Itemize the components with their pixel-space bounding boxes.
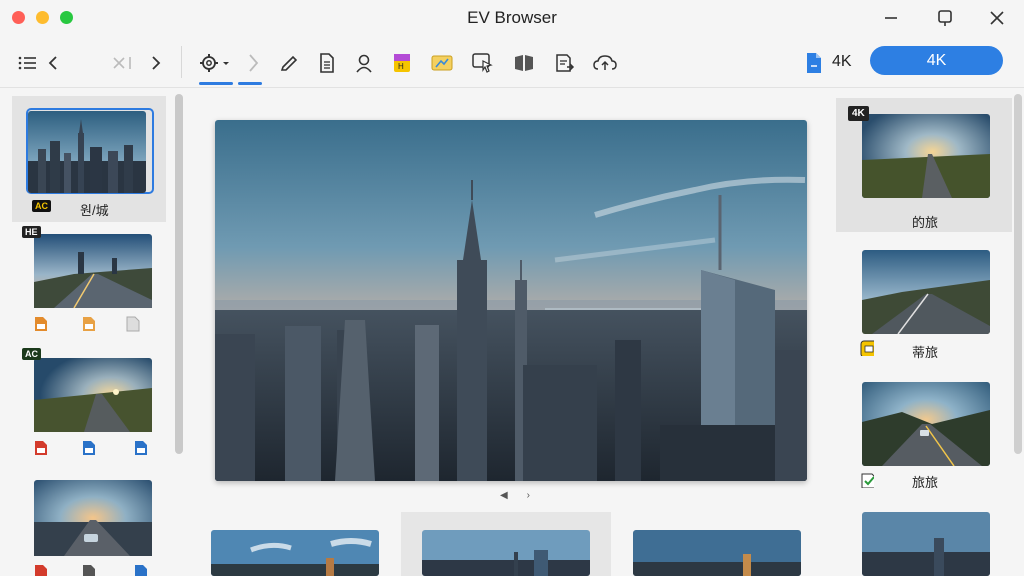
item-badge: HE [22, 226, 41, 238]
file-type-icon[interactable] [34, 564, 48, 576]
file-type-icon[interactable] [82, 440, 96, 456]
thumbnail-image [34, 480, 152, 562]
thumbnail-card[interactable] [12, 474, 166, 576]
pager-prev-icon[interactable]: ◀ [500, 490, 508, 502]
right-thumbnail-panel: 4K 的旅 蒂旅 旅旅 [836, 94, 1012, 576]
prev-disabled-icon[interactable] [110, 50, 136, 76]
item-badge: AC [22, 348, 41, 360]
document-icon[interactable] [314, 50, 340, 76]
main-image-view[interactable] [215, 120, 807, 481]
thumbnail-image [862, 512, 990, 576]
file-type-icon[interactable] [82, 564, 96, 576]
filmstrip-thumbnail[interactable] [633, 530, 801, 576]
left-scrollbar[interactable] [175, 94, 183, 454]
thumbnail-card[interactable]: AC [12, 348, 166, 460]
book-icon[interactable] [511, 50, 537, 76]
file-type-icon[interactable] [34, 440, 48, 456]
image-card-icon[interactable] [429, 50, 455, 76]
toolbar-divider [181, 46, 182, 78]
export-icon[interactable] [552, 50, 578, 76]
item-label: 的旅 [912, 215, 939, 230]
item-label: 蒂旅 [912, 345, 939, 360]
file-type-icon[interactable] [82, 316, 96, 332]
thumbnail-image [862, 382, 990, 466]
thumbnail-card[interactable] [836, 508, 1012, 576]
thumbnail-image [34, 358, 152, 440]
svg-text:H: H [398, 62, 404, 71]
thumbnail-image [34, 234, 152, 316]
item-badge: 4K [848, 106, 869, 121]
badge-icon[interactable]: H [389, 50, 415, 76]
thumbnail-card[interactable]: AC 원/城 [12, 96, 166, 222]
resolution-button[interactable]: 4K [870, 46, 1003, 75]
thumbnail-image [28, 111, 146, 193]
list-icon[interactable] [14, 50, 40, 76]
filmstrip-thumbnail[interactable] [422, 530, 590, 576]
resolution-label: 4K [832, 53, 852, 70]
chevron-active-indicator [238, 82, 262, 85]
right-scrollbar[interactable] [1014, 94, 1022, 454]
thumbnail-image [862, 250, 990, 334]
settings-icon[interactable] [198, 50, 232, 76]
file-type-icon[interactable] [860, 340, 874, 356]
item-badge: AC [32, 200, 51, 212]
thumbnail-card[interactable]: 4K 的旅 [836, 98, 1012, 232]
thumbnail-card[interactable]: 旅旅 [836, 378, 1012, 498]
filmstrip-thumbnail[interactable] [211, 530, 379, 576]
close-icon[interactable] [984, 6, 1010, 30]
chevron-icon[interactable] [240, 50, 266, 76]
settings-active-indicator [199, 82, 233, 85]
file-type-icon[interactable] [860, 472, 874, 488]
forward-icon[interactable] [143, 50, 169, 76]
file-type-icon[interactable] [134, 564, 148, 576]
select-icon[interactable] [470, 50, 496, 76]
pager-next-icon[interactable]: › [527, 490, 530, 502]
item-label: 원/城 [80, 203, 109, 218]
minimize-icon[interactable] [878, 6, 904, 30]
person-icon[interactable] [351, 50, 377, 76]
back-icon[interactable] [40, 50, 66, 76]
thumbnail-card[interactable]: 蒂旅 [836, 244, 1012, 364]
restore-icon[interactable] [932, 6, 958, 30]
file-type-icon[interactable] [34, 316, 48, 332]
thumbnail-card[interactable]: HE [12, 226, 166, 336]
file-type-icon[interactable] [134, 440, 148, 456]
window-title: EV Browser [467, 8, 557, 27]
toolbar: H 4K 4K [0, 38, 1024, 88]
file-icon[interactable] [801, 50, 827, 76]
thumbnail-image [862, 114, 990, 198]
app-window: EV Browser H 4K 4K AC 원/城 HE AC ◀ › 4K 的… [0, 0, 1024, 576]
title-bar: EV Browser [0, 0, 1024, 36]
file-type-icon[interactable] [126, 316, 140, 332]
image-pager: ◀ › [500, 490, 530, 502]
left-thumbnail-panel: AC 원/城 HE AC [10, 94, 186, 576]
item-label: 旅旅 [912, 475, 939, 490]
cloud-icon[interactable] [592, 50, 618, 76]
edit-icon[interactable] [276, 50, 302, 76]
